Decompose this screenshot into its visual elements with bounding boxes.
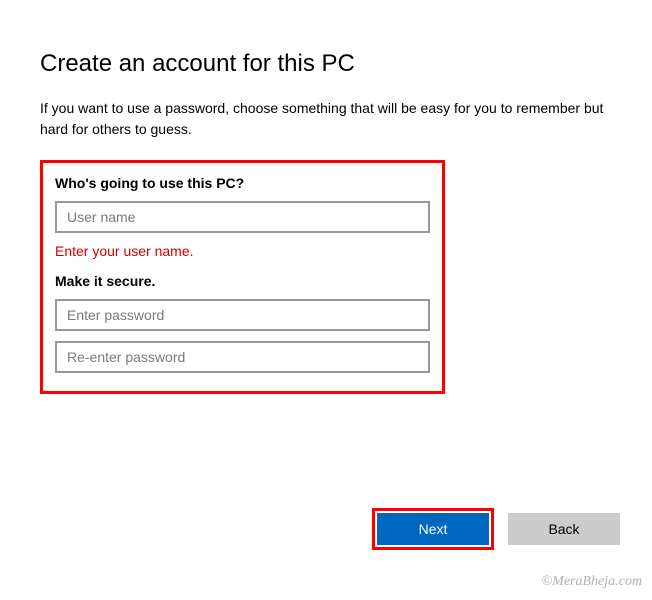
reenter-password-input[interactable] [55,341,430,373]
button-bar: Next Back [372,508,620,550]
page-title: Create an account for this PC [40,50,612,78]
password-input[interactable] [55,299,430,331]
account-form-highlight: Who's going to use this PC? Enter your u… [40,160,445,394]
secure-section-label: Make it secure. [55,273,430,289]
watermark: ©MeraBheja.com [542,574,642,590]
username-input[interactable] [55,201,430,233]
next-button[interactable]: Next [377,513,489,545]
user-section-label: Who's going to use this PC? [55,175,430,191]
username-error: Enter your user name. [55,243,430,259]
back-button[interactable]: Back [508,513,620,545]
page-description: If you want to use a password, choose so… [40,98,612,140]
next-button-highlight: Next [372,508,494,550]
